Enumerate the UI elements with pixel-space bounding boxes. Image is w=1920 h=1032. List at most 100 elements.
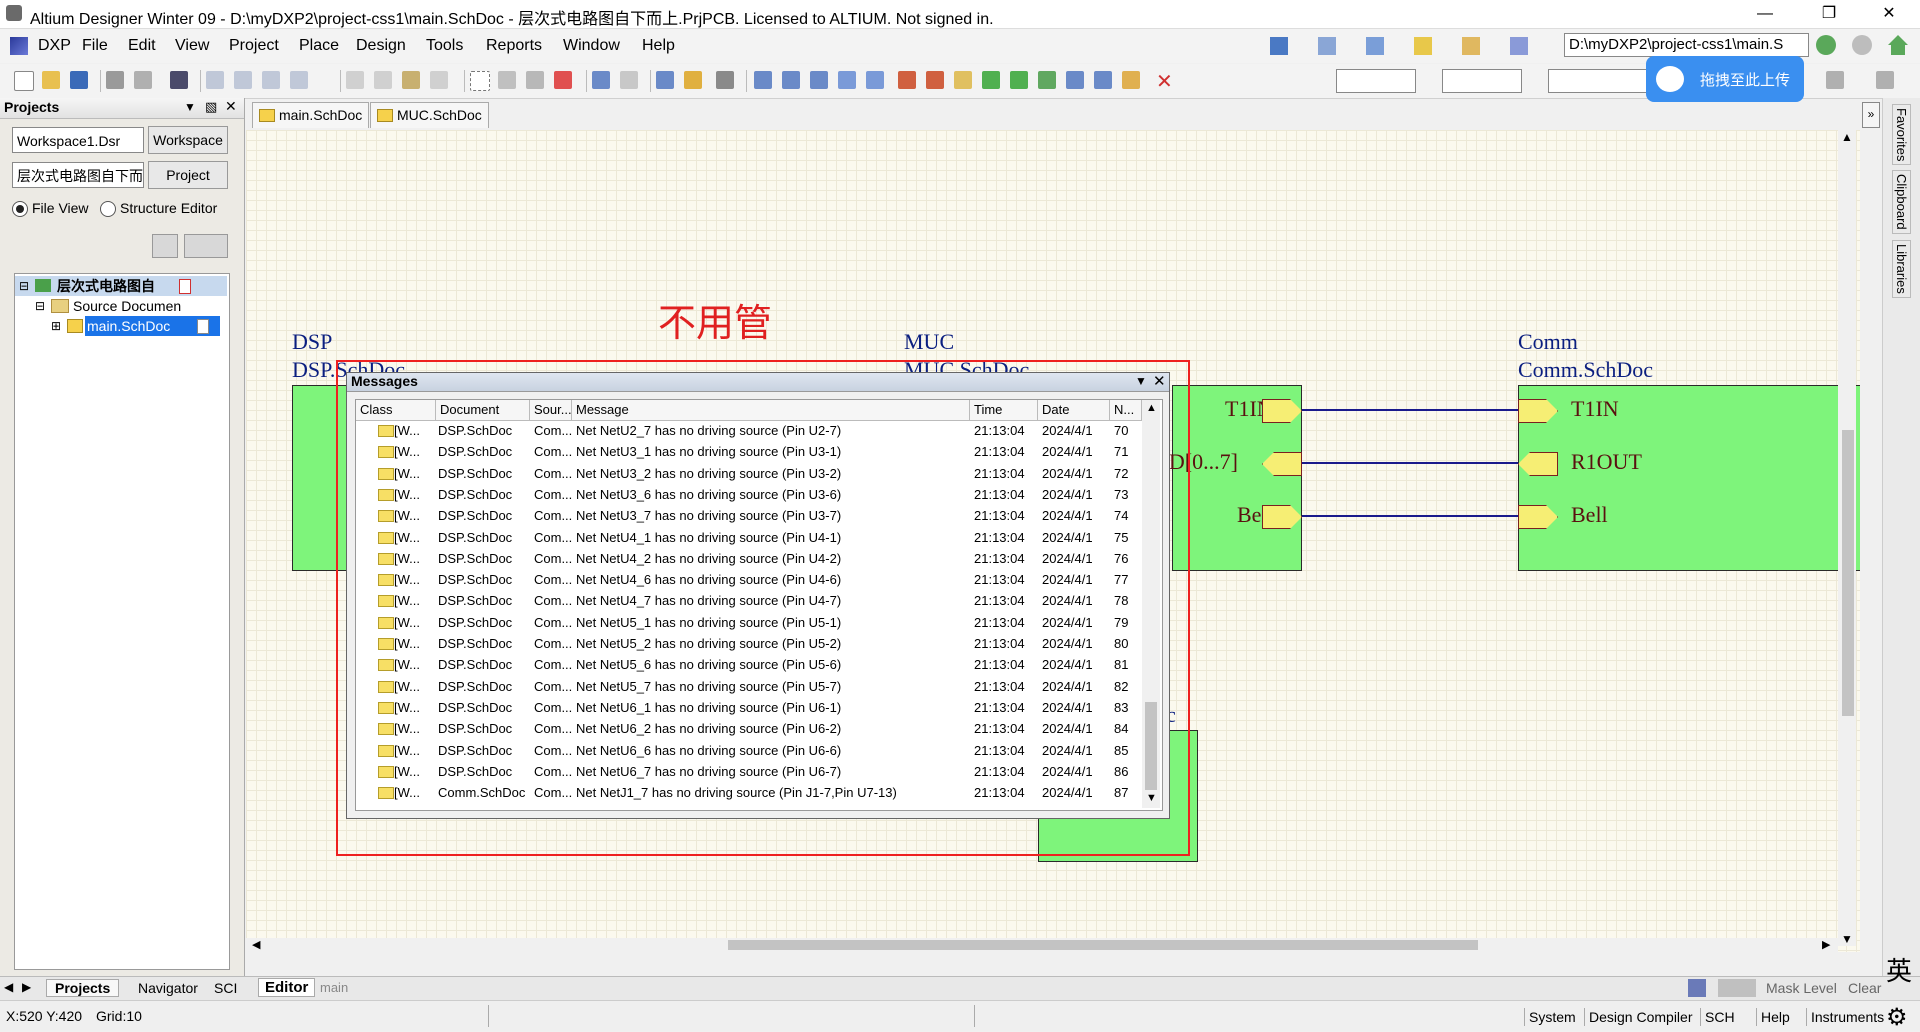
message-row[interactable]: [W... DSP.SchDoc Com... Net NetU5_6 has no …	[356, 654, 1142, 675]
wire-bell[interactable]	[1302, 515, 1518, 517]
place-sheet-entry-icon[interactable]	[1010, 71, 1028, 89]
scroll-down-icon[interactable]: ▼	[1841, 932, 1853, 946]
move-icon[interactable]	[498, 71, 516, 89]
menu-reports[interactable]: Reports	[486, 37, 542, 55]
project-button[interactable]: Project	[148, 161, 228, 189]
grid-tool-icon[interactable]	[1510, 37, 1528, 55]
dock-favorites[interactable]: Favorites	[1892, 104, 1911, 166]
toolbar-combo-1[interactable]	[1336, 69, 1416, 93]
status-design-compiler-button[interactable]: Design Compiler	[1584, 1008, 1696, 1026]
place-net-icon[interactable]	[866, 71, 884, 89]
message-row[interactable]: [W... DSP.SchDoc Com... Net NetU4_6 has no …	[356, 569, 1142, 590]
open-icon[interactable]	[42, 71, 60, 89]
hierarchy-icon[interactable]	[656, 71, 674, 89]
bus-tool-icon[interactable]	[1318, 37, 1336, 55]
messages-scrollbar[interactable]: ▲ ▼	[1142, 400, 1160, 808]
scroll-down-icon[interactable]: ▼	[1146, 792, 1157, 804]
move-selection-icon[interactable]	[526, 71, 544, 89]
minimize-button[interactable]: —	[1742, 2, 1788, 26]
message-row[interactable]: [W... DSP.SchDoc Com... Net NetU4_1 has no …	[356, 527, 1142, 548]
panel-tab-navigator[interactable]: Navigator	[130, 980, 206, 996]
horizontal-scrollbar[interactable]: ◀ ▶	[246, 938, 1838, 952]
messages-close-icon[interactable]: ✕	[1153, 372, 1166, 390]
align-icon[interactable]	[1826, 71, 1844, 89]
cross-probe-icon[interactable]	[684, 71, 702, 89]
settings-gear-icon[interactable]: ⚙	[1886, 1003, 1908, 1032]
message-row[interactable]: [W... DSP.SchDoc Com... Net NetU3_2 has no …	[356, 463, 1142, 484]
menu-file[interactable]: File	[82, 37, 108, 55]
editor-tab-main[interactable]: main	[320, 980, 348, 995]
col-date[interactable]: Date	[1038, 400, 1110, 420]
message-row[interactable]: [W... DSP.SchDoc Com... Net NetU6_1 has no …	[356, 697, 1142, 718]
tab-scroll-right-icon[interactable]: ▶	[22, 980, 31, 994]
wire-tool-icon[interactable]	[1270, 37, 1288, 55]
zoom-menu-icon[interactable]	[290, 71, 308, 89]
dock-clipboard[interactable]: Clipboard	[1892, 170, 1911, 234]
message-row[interactable]: [W... DSP.SchDoc Com... Net NetU6_2 has no …	[356, 718, 1142, 739]
workspace-combo[interactable]: Workspace1.Dsr	[12, 127, 144, 153]
col-message[interactable]: Message	[572, 400, 970, 420]
place-net-label-icon[interactable]	[838, 71, 856, 89]
filter-pencil-icon[interactable]	[1688, 979, 1706, 997]
tree-project-row[interactable]: ⊟ 层次式电路图自	[15, 276, 227, 296]
zoom-selected-icon[interactable]	[262, 71, 280, 89]
rubber-stamp-icon[interactable]	[430, 71, 448, 89]
forward-icon[interactable]	[1852, 35, 1872, 55]
message-row[interactable]: [W... DSP.SchDoc Com... Net NetU4_2 has no …	[356, 548, 1142, 569]
scroll-thumb[interactable]	[1842, 430, 1854, 716]
place-vcc-icon[interactable]	[926, 71, 944, 89]
place-directive-icon[interactable]	[1122, 71, 1140, 89]
scroll-up-icon[interactable]: ▲	[1146, 402, 1157, 414]
copy-icon[interactable]	[374, 71, 392, 89]
toolbar-combo-2[interactable]	[1442, 69, 1522, 93]
tree-doc-row[interactable]: ⊞ main.SchDoc	[15, 316, 227, 336]
message-row[interactable]: [W... DSP.SchDoc Com... Net NetU5_2 has no …	[356, 633, 1142, 654]
collapse-icon[interactable]: ⊟	[35, 296, 45, 316]
menu-help[interactable]: Help	[642, 37, 675, 55]
message-row[interactable]: [W... DSP.SchDoc Com... Net NetU5_1 has no …	[356, 612, 1142, 633]
message-row[interactable]: [W... DSP.SchDoc Com... Net NetU3_7 has no …	[356, 505, 1142, 526]
structure-editor-radio[interactable]	[100, 201, 116, 217]
project-combo[interactable]: 层次式电路图自下而	[12, 162, 144, 188]
message-row[interactable]: [W... DSP.SchDoc Com... Net NetU3_6 has no …	[356, 484, 1142, 505]
wire-t1in[interactable]	[1302, 409, 1518, 411]
place-part-icon[interactable]	[954, 71, 972, 89]
col-source[interactable]: Sour...	[530, 400, 572, 420]
place-no-erc-icon[interactable]	[1094, 71, 1112, 89]
zoom-area-icon[interactable]	[234, 71, 252, 89]
col-class[interactable]: Class	[356, 400, 436, 420]
status-system-button[interactable]: System	[1524, 1008, 1580, 1026]
message-row[interactable]: [W... DSP.SchDoc Com... Net NetU5_7 has no …	[356, 676, 1142, 697]
pin-tool-icon[interactable]	[1414, 37, 1432, 55]
wire-ad-bus[interactable]	[1302, 462, 1518, 464]
scroll-right-icon[interactable]: ▶	[1822, 938, 1830, 951]
compile-icon[interactable]	[152, 234, 178, 258]
select-area-icon[interactable]	[470, 71, 490, 91]
message-row[interactable]: [W... DSP.SchDoc Com... Net NetU4_7 has no …	[356, 590, 1142, 611]
scroll-thumb[interactable]	[728, 940, 1478, 950]
deselect-icon[interactable]	[554, 71, 572, 89]
zoom-fit-icon[interactable]	[206, 71, 224, 89]
place-port-icon[interactable]	[1066, 71, 1084, 89]
close-x-icon[interactable]: ✕	[1156, 69, 1173, 94]
place-wire-icon[interactable]	[754, 71, 772, 89]
ime-indicator[interactable]: 英	[1886, 951, 1912, 988]
dock-libraries[interactable]: Libraries	[1892, 240, 1911, 298]
ground-tool-icon[interactable]	[1366, 37, 1384, 55]
tab-main-schdoc[interactable]: main.SchDoc	[252, 102, 370, 128]
paste-icon[interactable]	[402, 71, 420, 89]
restore-button[interactable]: ❐	[1806, 2, 1852, 26]
tab-scroll-left-icon[interactable]: ◀	[4, 980, 13, 994]
print-icon[interactable]	[106, 71, 124, 89]
comm-sheet-symbol[interactable]: T1IN R1OUT Bell	[1518, 385, 1860, 571]
tree-folder-row[interactable]: ⊟ Source Documen	[15, 296, 227, 316]
menu-tools[interactable]: Tools	[426, 37, 463, 55]
vertical-scrollbar[interactable]: ▲ ▼	[1838, 130, 1856, 946]
clear-button[interactable]: Clear	[1848, 980, 1881, 996]
place-device-sheet-icon[interactable]	[1038, 71, 1056, 89]
menu-place[interactable]: Place	[299, 37, 339, 55]
path-combo[interactable]: D:\myDXP2\project-css1\main.S	[1564, 33, 1809, 57]
close-button[interactable]: ✕	[1866, 2, 1912, 26]
scroll-up-icon[interactable]: ▲	[1841, 130, 1853, 144]
browse-library-icon[interactable]	[716, 71, 734, 89]
